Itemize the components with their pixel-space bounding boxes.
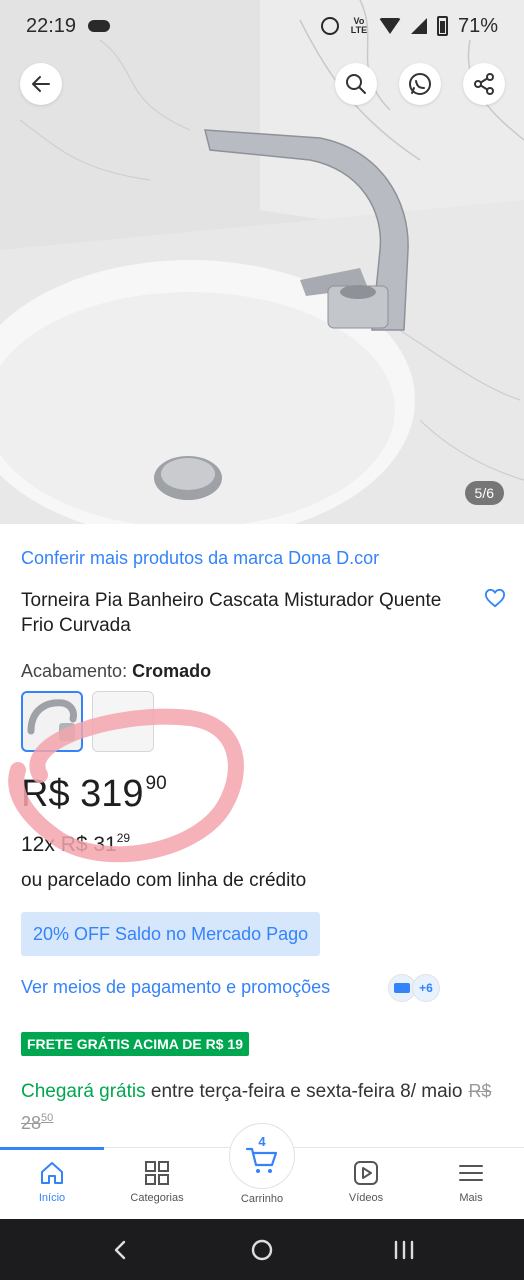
battery-icon: [436, 16, 448, 36]
variant-value: Cromado: [132, 661, 212, 681]
credit-line-text: ou parcelado com linha de crédito: [21, 870, 307, 891]
search-icon: [346, 74, 366, 94]
cart-tab-label: Carrinho: [240, 1193, 284, 1205]
cart-count: 4: [258, 1134, 266, 1149]
wifi-icon: [378, 18, 401, 34]
menu-icon: [459, 1165, 483, 1181]
image-counter: 5/6: [464, 481, 504, 505]
product-photo: [0, 0, 524, 524]
whatsapp-share-button[interactable]: [399, 63, 441, 105]
installments: 12x R$ 3129: [21, 831, 130, 857]
more-payment-count: +6: [412, 974, 440, 1002]
tab-carrinho[interactable]: 4: [229, 1123, 295, 1189]
tab-categorias[interactable]: Categorias: [105, 1148, 209, 1220]
old-shipping-cents: 50: [41, 1112, 54, 1124]
system-navigation-bar: [0, 1219, 524, 1280]
tab-label: Categorias: [130, 1192, 184, 1204]
price-cents: 90: [145, 773, 167, 794]
search-button[interactable]: [335, 63, 377, 105]
payment-icons[interactable]: +6: [388, 974, 440, 1002]
cloud-icon: [88, 20, 111, 32]
system-recents-button[interactable]: [374, 1219, 434, 1280]
installments-cents: 29: [116, 831, 131, 845]
price-main: R$ 319: [21, 773, 144, 815]
back-icon: [32, 76, 50, 92]
tab-label: Vídeos: [348, 1192, 384, 1204]
share-icon: [474, 73, 494, 95]
cart-icon: [245, 1147, 278, 1173]
recents-icon: [394, 1240, 414, 1259]
variant-swatch-cromado[interactable]: [21, 691, 83, 752]
variant-label-text: Acabamento:: [21, 661, 128, 681]
product-image-gallery[interactable]: 22:19 Vo LTE 71% 5/6: [0, 0, 524, 524]
brand-link[interactable]: Conferir mais produtos da marca Dona D.c…: [21, 548, 379, 569]
price: R$ 319 90: [21, 773, 167, 816]
faucet-thumbnail: [27, 699, 77, 741]
variant-label: Acabamento: Cromado: [21, 661, 211, 682]
status-bar: 22:19 Vo LTE 71%: [0, 0, 524, 52]
volte-icon: Vo LTE: [350, 16, 368, 35]
system-back-button[interactable]: [90, 1219, 150, 1280]
signal-icon: [410, 18, 427, 34]
chevron-left-icon: [114, 1240, 126, 1259]
delivery-highlight: Chegará grátis: [21, 1081, 146, 1102]
grid-icon: [145, 1161, 169, 1185]
tab-videos[interactable]: Vídeos: [314, 1148, 418, 1220]
system-home-button[interactable]: [232, 1219, 292, 1280]
free-shipping-badge: FRETE GRÁTIS ACIMA DE R$ 19: [21, 1032, 249, 1056]
battery-level: 71%: [457, 14, 498, 37]
back-button[interactable]: [20, 63, 62, 105]
delivery-dates: entre terça-feira e sexta-feira 8/ maio: [145, 1081, 463, 1102]
tab-inicio[interactable]: Início: [0, 1147, 104, 1220]
alarm-icon: [320, 17, 339, 35]
home-circle-icon: [251, 1239, 273, 1260]
tab-label: Início: [38, 1192, 66, 1204]
whatsapp-icon: [409, 73, 431, 95]
video-icon: [354, 1161, 378, 1185]
tab-label: Mais: [459, 1192, 483, 1204]
home-icon: [41, 1162, 63, 1184]
clock: 22:19: [26, 14, 77, 37]
share-button[interactable]: [463, 63, 505, 105]
card-icon: [394, 983, 410, 993]
promo-badge: 20% OFF Saldo no Mercado Pago: [21, 912, 321, 956]
installments-value: 12x R$ 31: [21, 833, 117, 856]
heart-icon: [484, 588, 506, 608]
variant-swatch-white[interactable]: [92, 691, 154, 752]
payment-methods-link[interactable]: Ver meios de pagamento e promoções: [21, 977, 330, 998]
favorite-button[interactable]: [484, 588, 506, 613]
product-title: Torneira Pia Banheiro Cascata Misturador…: [21, 590, 442, 636]
tab-mais[interactable]: Mais: [419, 1148, 523, 1220]
